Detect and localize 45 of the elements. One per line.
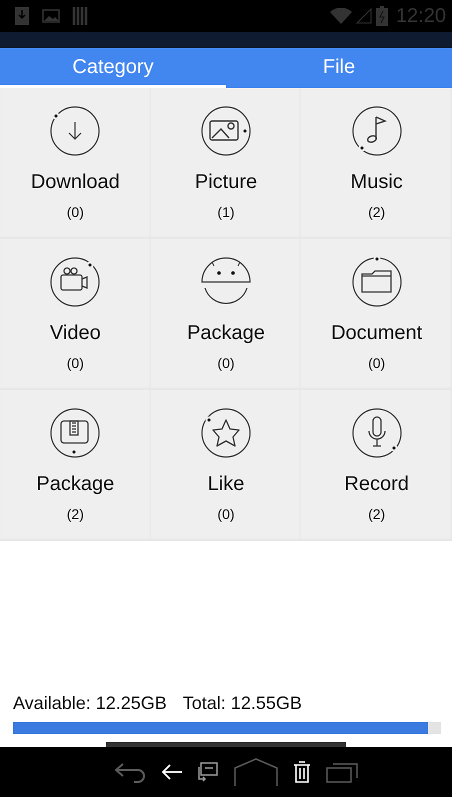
download-notification-icon — [14, 6, 30, 26]
download-icon — [49, 105, 102, 157]
archive-icon — [49, 407, 102, 459]
category-name: Download — [30, 171, 120, 194]
category-tile[interactable]: Music (2) — [301, 88, 452, 239]
trash-icon[interactable] — [293, 761, 311, 783]
category-tile[interactable]: Like (0) — [150, 390, 302, 541]
category-tile[interactable]: Package (0) — [150, 239, 302, 390]
barcode-notification-icon — [72, 6, 88, 26]
movie-camera-icon — [49, 256, 102, 308]
category-tile[interactable]: Picture (1) — [150, 88, 302, 239]
file-count: (0) — [66, 204, 84, 220]
file-count: (2) — [66, 506, 84, 522]
file-count: (0) — [217, 506, 235, 522]
total-space: Total: 12.55GB — [182, 693, 302, 714]
tab[interactable]: File — [226, 48, 452, 88]
arrow-left-icon[interactable] — [161, 763, 183, 781]
category-tile[interactable]: Document (0) — [301, 239, 452, 390]
music-note-icon — [350, 105, 403, 157]
category-name: Picture — [194, 171, 258, 194]
image-icon — [200, 105, 252, 157]
file-count: (0) — [66, 355, 84, 371]
microphone-icon — [350, 407, 403, 459]
category-name: Document — [331, 322, 422, 345]
available-space: Available: 12.25GB — [13, 693, 167, 714]
category-name: Package — [187, 322, 265, 345]
file-count: (0) — [368, 355, 386, 371]
category-name: Package — [36, 473, 114, 496]
file-count: (2) — [368, 204, 386, 220]
category-tile[interactable]: Record (2) — [301, 390, 452, 541]
wifi-icon — [330, 8, 352, 24]
battery-icon — [376, 6, 388, 26]
move-icon[interactable] — [197, 761, 219, 783]
file-count: (2) — [368, 506, 386, 522]
category-name: Like — [208, 473, 244, 496]
back-icon[interactable] — [113, 761, 147, 783]
file-count: (1) — [217, 204, 235, 220]
home-icon[interactable] — [233, 758, 279, 786]
signal-icon — [356, 8, 372, 24]
image-notification-icon — [42, 8, 60, 24]
file-count: (0) — [217, 355, 235, 371]
category-name: Music — [350, 171, 403, 194]
category-name: Record — [344, 473, 409, 496]
category-name: Video — [50, 322, 101, 345]
folder-icon — [350, 256, 403, 308]
